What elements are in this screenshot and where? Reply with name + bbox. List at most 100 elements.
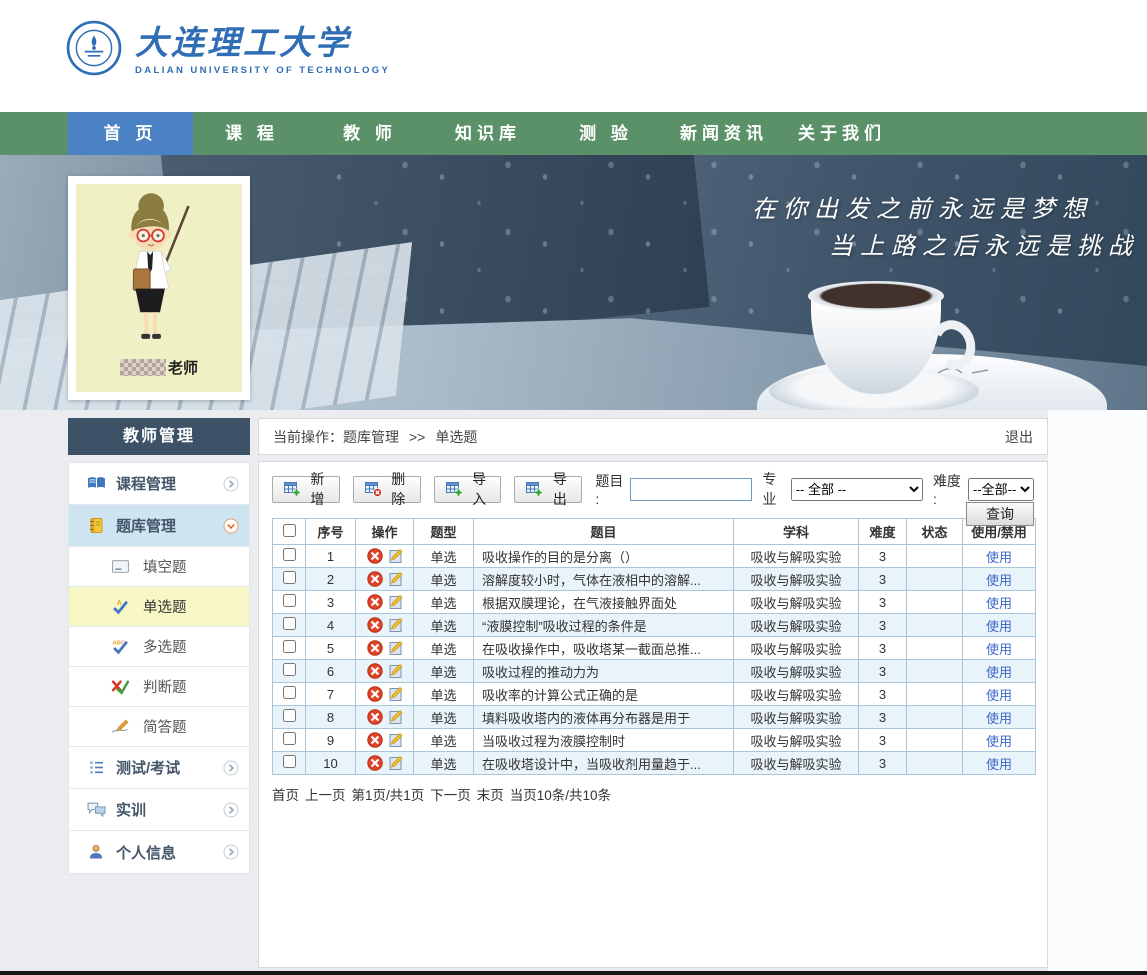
- table-row: 4单选“液膜控制”吸收过程的条件是吸收与解吸实验3使用: [273, 614, 1036, 637]
- delete-icon[interactable]: [367, 686, 383, 702]
- delete-icon[interactable]: [367, 548, 383, 564]
- book-icon: [85, 476, 107, 491]
- delete-icon[interactable]: [367, 732, 383, 748]
- delete-icon[interactable]: [367, 709, 383, 725]
- title-filter-input[interactable]: [630, 478, 752, 501]
- row-checkbox-cell: [273, 752, 306, 775]
- row-checkbox[interactable]: [283, 709, 296, 722]
- main-navigation: 首 页课 程教 师知识库测 验新闻资讯关于我们: [0, 112, 1147, 155]
- sidebar-item[interactable]: A单选题: [69, 587, 249, 627]
- nav-tab[interactable]: 测 验: [547, 112, 665, 155]
- page-last-link[interactable]: 末页: [477, 788, 504, 803]
- edit-icon[interactable]: [387, 755, 403, 771]
- usage-link[interactable]: 使用: [986, 711, 1012, 726]
- row-checkbox[interactable]: [283, 548, 296, 561]
- page-prev-link[interactable]: 上一页: [305, 788, 346, 803]
- sidebar-item[interactable]: ABC多选题: [69, 627, 249, 667]
- row-checkbox[interactable]: [283, 640, 296, 653]
- chevron-down-icon[interactable]: [223, 518, 239, 534]
- sidebar-item[interactable]: 测试/考试: [69, 747, 249, 789]
- nav-tab[interactable]: 知识库: [429, 112, 547, 155]
- edit-icon[interactable]: [387, 571, 403, 587]
- row-checkbox[interactable]: [283, 617, 296, 630]
- select-all-checkbox[interactable]: [283, 524, 296, 537]
- page-first-link[interactable]: 首页: [272, 788, 299, 803]
- edit-icon[interactable]: [387, 686, 403, 702]
- row-subject-cell: 吸收与解吸实验: [734, 660, 859, 683]
- row-ops-cell: [356, 729, 414, 752]
- nav-tab[interactable]: 首 页: [68, 112, 193, 155]
- row-checkbox[interactable]: [283, 686, 296, 699]
- edit-icon[interactable]: [387, 732, 403, 748]
- usage-link[interactable]: 使用: [986, 688, 1012, 703]
- page-next-link[interactable]: 下一页: [430, 788, 471, 803]
- delete-icon[interactable]: [367, 755, 383, 771]
- breadcrumb-section[interactable]: 题库管理: [343, 427, 399, 447]
- notebook-icon: [85, 517, 107, 534]
- delete-icon[interactable]: [367, 617, 383, 633]
- edit-icon[interactable]: [387, 548, 403, 564]
- row-difficulty-cell: 3: [859, 614, 907, 637]
- edit-icon[interactable]: [387, 663, 403, 679]
- usage-link[interactable]: 使用: [986, 573, 1012, 588]
- edit-icon[interactable]: [387, 594, 403, 610]
- usage-link[interactable]: 使用: [986, 642, 1012, 657]
- difficulty-filter-label: 难度 :: [933, 471, 964, 507]
- chevron-right-icon[interactable]: [223, 476, 239, 492]
- usage-link[interactable]: 使用: [986, 665, 1012, 680]
- edit-icon[interactable]: [387, 617, 403, 633]
- edit-icon[interactable]: [387, 640, 403, 656]
- nav-tab[interactable]: 新闻资讯: [665, 112, 783, 155]
- usage-link[interactable]: 使用: [986, 619, 1012, 634]
- sidebar-item[interactable]: 题库管理: [69, 505, 249, 547]
- delete-icon[interactable]: [367, 663, 383, 679]
- breadcrumb-current[interactable]: 单选题: [435, 427, 477, 447]
- row-checkbox[interactable]: [283, 594, 296, 607]
- logout-link[interactable]: 退出: [1005, 427, 1033, 447]
- row-checkbox[interactable]: [283, 755, 296, 768]
- toolbar-button-2[interactable]: 导入: [434, 476, 502, 503]
- sidebar-item[interactable]: 课程管理: [69, 463, 249, 505]
- row-number-cell: 4: [306, 614, 356, 637]
- delete-icon[interactable]: [367, 571, 383, 587]
- usage-link[interactable]: 使用: [986, 734, 1012, 749]
- delete-icon[interactable]: [367, 594, 383, 610]
- usage-link[interactable]: 使用: [986, 550, 1012, 565]
- chevron-right-icon[interactable]: [223, 844, 239, 860]
- row-checkbox[interactable]: [283, 571, 296, 584]
- usage-link[interactable]: 使用: [986, 596, 1012, 611]
- difficulty-select[interactable]: --全部--: [968, 478, 1034, 501]
- nav-tab[interactable]: 课 程: [193, 112, 311, 155]
- row-checkbox[interactable]: [283, 732, 296, 745]
- pagination: 首页上一页第1页/共1页下一页末页当页10条/共10条: [272, 784, 1034, 804]
- row-checkbox-cell: [273, 706, 306, 729]
- sidebar-item[interactable]: 实训: [69, 789, 249, 831]
- row-difficulty-cell: 3: [859, 591, 907, 614]
- sidebar-item[interactable]: 填空题: [69, 547, 249, 587]
- nav-tab[interactable]: 教 师: [311, 112, 429, 155]
- toolbar-button-0[interactable]: 新增: [272, 476, 340, 503]
- toolbar: 新增删除导入导出 题目 : 专业 -- 全部 -- 难度 : --全部--: [272, 475, 1034, 503]
- toolbar-button-1[interactable]: 删除: [353, 476, 421, 503]
- toolbar-button-label: 导入: [469, 469, 490, 509]
- edit-icon[interactable]: [387, 709, 403, 725]
- delete-icon[interactable]: [367, 640, 383, 656]
- major-select[interactable]: -- 全部 --: [791, 478, 923, 501]
- nav-tab[interactable]: 关于我们: [783, 112, 901, 155]
- chevron-right-icon[interactable]: [223, 802, 239, 818]
- sidebar-item[interactable]: 判断题: [69, 667, 249, 707]
- toolbar-button-label: 新增: [307, 469, 328, 509]
- search-button[interactable]: 查询: [966, 502, 1034, 526]
- toolbar-button-3[interactable]: 导出: [514, 476, 582, 503]
- row-type-cell: 单选: [414, 545, 474, 568]
- row-type-cell: 单选: [414, 637, 474, 660]
- row-status-cell: [907, 591, 963, 614]
- sidebar-item[interactable]: 个人信息: [69, 831, 249, 873]
- row-subject-cell: 吸收与解吸实验: [734, 706, 859, 729]
- row-checkbox[interactable]: [283, 663, 296, 676]
- sidebar-item[interactable]: 简答题: [69, 707, 249, 747]
- banner-quote: 在你出发之前永远是梦想 当上路之后永远是挑战: [752, 191, 1139, 265]
- chevron-right-icon[interactable]: [223, 760, 239, 776]
- title-filter-label: 题目 :: [595, 471, 626, 507]
- usage-link[interactable]: 使用: [986, 757, 1012, 772]
